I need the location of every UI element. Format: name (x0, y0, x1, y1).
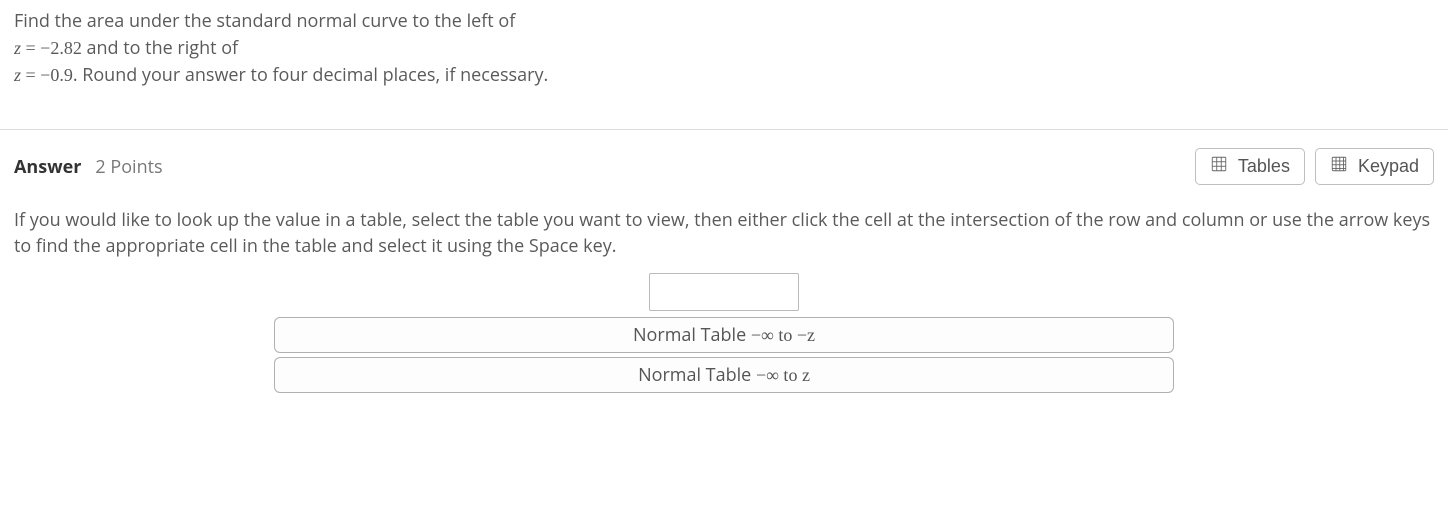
answer-label: Answer (14, 155, 81, 179)
z1-neg: − (40, 38, 50, 58)
answer-header-row: Answer 2 Points Tables Keypad (0, 130, 1448, 203)
answer-header-left: Answer 2 Points (14, 155, 163, 179)
tables-button-label: Tables (1238, 156, 1290, 177)
normal-table-neg-z-button[interactable]: Normal Table −∞ to −z (274, 317, 1174, 353)
answer-input[interactable] (649, 273, 799, 311)
keypad-button[interactable]: Keypad (1315, 148, 1434, 185)
z2-var: z (14, 65, 21, 85)
tool-button-group: Tables Keypad (1195, 148, 1434, 185)
question-line3-tail: . Round your answer to four decimal plac… (73, 63, 548, 87)
z2-neg: − (40, 65, 50, 85)
instructions-text: If you would like to look up the value i… (0, 203, 1448, 273)
z1-val: 2.82 (50, 38, 82, 58)
z2-eq: = (21, 65, 40, 85)
z1-eq: = (21, 38, 40, 58)
question-text: Find the area under the standard normal … (0, 0, 1448, 129)
answer-area: Normal Table −∞ to −z Normal Table −∞ to… (0, 273, 1448, 403)
keypad-grid-icon (1330, 155, 1348, 178)
normal-table-neg-z-range: −∞ to −z (751, 325, 815, 345)
question-line1: Find the area under the standard normal … (14, 9, 515, 33)
points-label: 2 Points (95, 155, 162, 179)
tables-button[interactable]: Tables (1195, 148, 1305, 185)
normal-table-neg-z-prefix: Normal Table (633, 323, 751, 347)
normal-table-pos-z-button[interactable]: Normal Table −∞ to z (274, 357, 1174, 393)
table-grid-icon (1210, 155, 1228, 178)
normal-table-pos-z-range: −∞ to z (756, 365, 810, 385)
normal-table-pos-z-prefix: Normal Table (638, 363, 756, 387)
question-line2-tail: and to the right of (82, 36, 238, 60)
z1-var: z (14, 38, 21, 58)
z2-val: 0.9 (50, 65, 73, 85)
keypad-button-label: Keypad (1358, 156, 1419, 177)
